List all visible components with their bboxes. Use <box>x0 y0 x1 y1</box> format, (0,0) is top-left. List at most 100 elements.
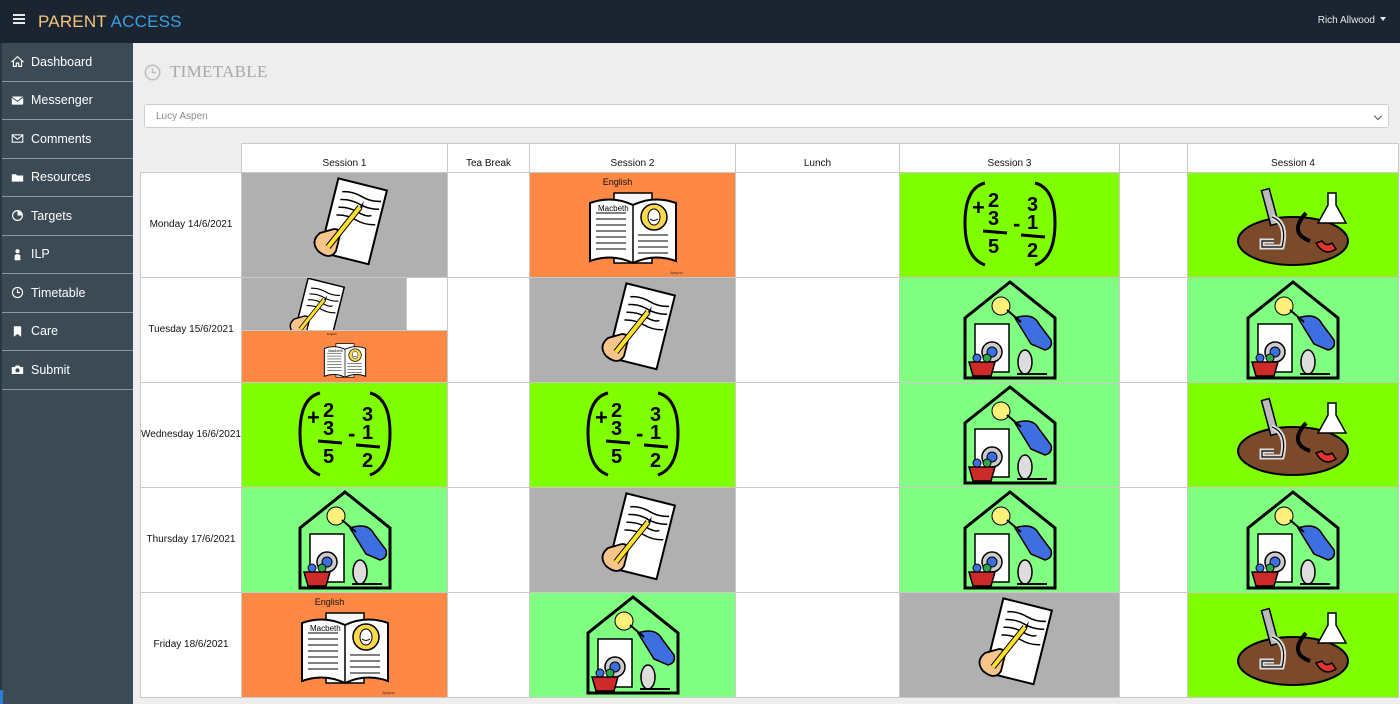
lunch-cell <box>735 486 900 593</box>
writing-icon <box>272 278 354 330</box>
sidebar-item-label: ILP <box>31 247 50 262</box>
lesson-writing[interactable] <box>900 592 1119 697</box>
lesson-life-skills[interactable] <box>530 592 735 697</box>
science-icon <box>1228 383 1358 483</box>
page-title-text: TIMETABLE <box>170 62 268 81</box>
house-chores-icon <box>963 385 1056 485</box>
pie-chart-icon <box>10 209 24 223</box>
sidebar-item-label: Care <box>31 324 59 339</box>
lesson-maths[interactable] <box>900 173 1119 277</box>
header-session-3: Session 3 <box>899 143 1120 173</box>
break-cell <box>1119 591 1188 698</box>
break-cell <box>447 172 530 278</box>
lesson-science[interactable] <box>1188 382 1398 487</box>
day-label: Wednesday 16/6/2021 <box>140 381 242 488</box>
lesson-english[interactable]: English <box>242 329 447 382</box>
page-title: TIMETABLE <box>144 62 268 82</box>
header-session-4: Session 4 <box>1187 143 1399 173</box>
main-content: TIMETABLE Lucy Aspen Session 1 Tea Break… <box>133 43 1400 704</box>
lesson-subtitle: English <box>602 177 633 187</box>
lesson-maths[interactable] <box>242 382 447 487</box>
header-session-1: Session 1 <box>241 143 448 173</box>
sidebar-item-dashboard[interactable]: Dashboard <box>2 43 133 82</box>
header-lunch: Lunch <box>735 143 900 173</box>
break-cell <box>447 381 530 488</box>
day-label: Monday 14/6/2021 <box>140 172 242 278</box>
sidebar-item-label: Timetable <box>31 285 86 300</box>
sidebar-item-submit[interactable]: Submit <box>2 351 133 390</box>
camera-icon <box>10 363 24 377</box>
day-label: Friday 18/6/2021 <box>140 591 242 698</box>
top-bar: PARENT ACCESS Rich Allwood <box>0 0 1400 43</box>
lesson-writing[interactable] <box>530 277 735 382</box>
break-cell <box>447 276 530 383</box>
lesson-life-skills[interactable] <box>900 277 1119 382</box>
writing-icon <box>955 593 1065 693</box>
house-chores-icon <box>963 490 1056 590</box>
lunch-cell <box>735 591 900 698</box>
sidebar-item-care[interactable]: Care <box>2 313 133 351</box>
lesson-english[interactable]: English Apsyros <box>242 592 447 697</box>
sidebar-item-label: Resources <box>31 170 91 185</box>
mail-outline-icon <box>10 132 24 146</box>
book-caption: Apsyros <box>670 270 683 275</box>
lesson-life-skills[interactable] <box>900 487 1119 592</box>
sidebar: Dashboard Messenger Comments Resources T… <box>0 43 133 704</box>
house-chores-icon <box>1246 490 1340 590</box>
lesson-life-skills[interactable] <box>242 487 447 592</box>
break-cell <box>447 486 530 593</box>
maths-icon <box>586 391 679 477</box>
clock-icon <box>144 64 161 80</box>
header-blank <box>1119 143 1188 173</box>
maths-icon <box>963 181 1056 267</box>
lesson-life-skills[interactable] <box>1188 277 1398 382</box>
book-caption: Apsyros <box>382 690 395 695</box>
user-name: Rich Allwood <box>1317 15 1375 26</box>
break-cell <box>447 591 530 698</box>
table-row: Monday 14/6/2021 English Apsyros <box>140 172 1399 278</box>
break-cell <box>1119 276 1188 383</box>
sidebar-item-messenger[interactable]: Messenger <box>2 82 133 120</box>
lesson-science[interactable] <box>1188 592 1398 697</box>
writing-icon <box>290 173 400 273</box>
lunch-cell <box>735 276 900 383</box>
sidebar-item-ilp[interactable]: ILP <box>2 236 133 274</box>
book-icon <box>300 611 389 684</box>
table-row: Tuesday 15/6/2021 English <box>140 276 1399 383</box>
lesson-writing[interactable] <box>242 173 447 277</box>
header-row: Session 1 Tea Break Session 2 Lunch Sess… <box>140 143 1399 173</box>
house-chores-icon <box>963 280 1056 380</box>
day-label: Thursday 17/6/2021 <box>140 486 242 593</box>
lesson-english[interactable]: English Apsyros <box>530 173 735 277</box>
writing-icon <box>578 278 688 378</box>
lesson-life-skills[interactable] <box>900 382 1119 487</box>
sidebar-item-targets[interactable]: Targets <box>2 197 133 236</box>
student-select-value: Lucy Aspen <box>156 111 208 122</box>
lesson-science[interactable] <box>1188 173 1398 277</box>
science-icon <box>1228 173 1358 273</box>
lesson-writing[interactable] <box>242 277 407 330</box>
lunch-cell <box>735 381 900 488</box>
home-icon <box>10 55 24 69</box>
maths-icon <box>298 391 391 477</box>
header-session-2: Session 2 <box>529 143 736 173</box>
hamburger-menu-icon[interactable] <box>13 14 25 28</box>
sidebar-item-resources[interactable]: Resources <box>2 159 133 197</box>
lesson-writing[interactable] <box>530 487 735 592</box>
day-label: Tuesday 15/6/2021 <box>140 276 242 383</box>
sidebar-item-label: Targets <box>31 208 72 223</box>
house-chores-icon <box>1246 280 1340 380</box>
sidebar-item-timetable[interactable]: Timetable <box>2 274 133 313</box>
break-cell <box>1119 172 1188 278</box>
sidebar-item-comments[interactable]: Comments <box>2 120 133 159</box>
book-icon <box>323 342 366 378</box>
lesson-maths[interactable] <box>530 382 735 487</box>
lesson-life-skills[interactable] <box>1188 487 1398 592</box>
student-select[interactable]: Lucy Aspen <box>144 104 1389 128</box>
user-menu[interactable]: Rich Allwood <box>1318 15 1386 26</box>
sidebar-item-label: Comments <box>31 131 92 146</box>
brand-logo[interactable]: PARENT ACCESS <box>38 12 182 32</box>
folder-icon <box>10 170 24 184</box>
book-icon <box>588 192 677 264</box>
header-tea-break: Tea Break <box>447 143 530 173</box>
